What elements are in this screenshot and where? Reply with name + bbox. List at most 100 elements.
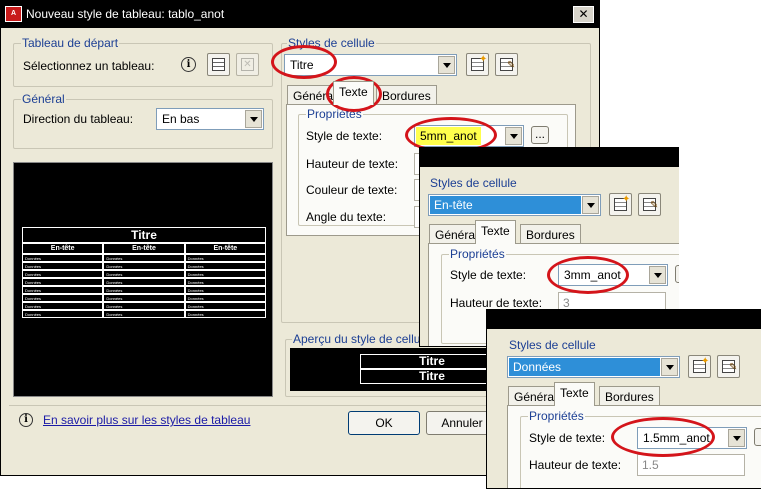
text-style-label: Style de texte: bbox=[450, 268, 527, 282]
tab-text[interactable]: Texte bbox=[333, 81, 374, 105]
table-direction-select[interactable]: En bas bbox=[156, 108, 264, 130]
preview-data-row: Données Données Données bbox=[22, 294, 266, 302]
overlay-cell-styles-title: Styles de cellule bbox=[508, 338, 597, 352]
tab-text[interactable]: Texte bbox=[475, 220, 516, 244]
preview-data-cell: Données bbox=[103, 262, 185, 270]
spark-icon: ✦ bbox=[479, 54, 488, 65]
close-icon[interactable]: ✕ bbox=[573, 6, 594, 23]
preview-data-cell: Données bbox=[184, 262, 266, 270]
text-style-select[interactable]: 1.5mm_anot bbox=[637, 427, 747, 449]
preview-header-cell: En-tête bbox=[184, 243, 266, 254]
text-style-value: 1.5mm_anot bbox=[643, 431, 710, 445]
preview-data-cell: Données bbox=[184, 254, 266, 262]
text-height-label: Hauteur de texte: bbox=[450, 296, 543, 310]
preview-data-cell: Données bbox=[103, 254, 185, 262]
properties-title: Propriétés bbox=[449, 247, 506, 261]
chevron-down-icon[interactable] bbox=[582, 196, 599, 214]
new-cell-style-button[interactable]: ✦ bbox=[688, 355, 711, 378]
cell-style-select[interactable]: Titre bbox=[284, 54, 457, 76]
preview-data-cell: Données bbox=[184, 310, 266, 318]
cell-styles-title: Styles de cellule bbox=[287, 36, 376, 50]
dialog-titlebar[interactable]: A Nouveau style de tableau: tablo_anot ✕ bbox=[1, 1, 599, 28]
manage-cell-styles-button[interactable]: ✎ bbox=[717, 355, 740, 378]
preview-data-row: Données Données Données bbox=[22, 286, 266, 294]
chevron-down-icon[interactable] bbox=[649, 266, 666, 284]
preview-data-row: Données Données Données bbox=[22, 310, 266, 318]
text-style-label: Style de texte: bbox=[306, 129, 383, 143]
preview-data-row: Données Données Données bbox=[22, 302, 266, 310]
preview-data-cell: Données bbox=[22, 302, 104, 310]
select-table-label: Sélectionnez un tableau: bbox=[23, 59, 155, 73]
manage-cell-styles-button[interactable]: ✎ bbox=[495, 53, 518, 76]
preview-data-cell: Données bbox=[184, 286, 266, 294]
text-style-select[interactable]: 3mm_anot bbox=[558, 264, 668, 286]
text-style-label: Style de texte: bbox=[529, 431, 606, 445]
general-title: Général bbox=[21, 92, 66, 106]
overlay-data-style-select[interactable]: Données bbox=[507, 356, 680, 378]
select-table-button[interactable] bbox=[207, 53, 230, 76]
help-link[interactable]: En savoir plus sur les styles de tableau bbox=[43, 413, 250, 427]
info-icon[interactable]: i bbox=[181, 57, 196, 72]
cell-style-preview-row: Titre bbox=[360, 354, 504, 369]
preview-data-rows: Données Données Données Données Données Donné… bbox=[22, 254, 266, 318]
text-color-label: Couleur de texte: bbox=[306, 183, 398, 197]
text-style-more-button[interactable] bbox=[754, 428, 761, 446]
overlay-header-style-value: En-tête bbox=[434, 198, 473, 212]
preview-title-cell: Titre bbox=[22, 227, 266, 243]
properties-title: Propriétés bbox=[528, 409, 585, 423]
overlay-header-style-select[interactable]: En-tête bbox=[428, 194, 601, 216]
table-preview: Titre En-tête En-tête En-tête Données Don… bbox=[13, 162, 273, 397]
text-height-input[interactable]: 1.5 bbox=[637, 454, 745, 476]
new-cell-style-button[interactable]: ✦ bbox=[466, 53, 489, 76]
overlay-titlebar bbox=[487, 310, 761, 329]
chevron-down-icon[interactable] bbox=[661, 358, 678, 376]
tab-borders[interactable]: Bordures bbox=[599, 386, 660, 406]
text-style-select[interactable]: 5mm_anot bbox=[414, 125, 524, 147]
text-style-more-button[interactable]: ... bbox=[531, 126, 549, 144]
preview-data-cell: Données bbox=[103, 270, 185, 278]
preview-data-cell: Données bbox=[184, 302, 266, 310]
preview-data-row: Données Données Données bbox=[22, 270, 266, 278]
info-icon: i bbox=[19, 413, 33, 427]
table-direction-value: En bas bbox=[162, 112, 200, 126]
preview-table: Titre En-tête En-tête En-tête Données Don… bbox=[22, 227, 266, 318]
preview-data-cell: Données bbox=[22, 270, 104, 278]
overlay-titlebar bbox=[420, 148, 679, 167]
spark-icon: ✦ bbox=[622, 194, 631, 205]
ok-button[interactable]: OK bbox=[348, 411, 420, 435]
start-table-title: Tableau de départ bbox=[21, 36, 120, 50]
preview-data-cell: Données bbox=[22, 294, 104, 302]
new-cell-style-button[interactable]: ✦ bbox=[609, 193, 632, 216]
preview-header-cell: En-tête bbox=[103, 243, 185, 254]
spark-icon: ✦ bbox=[701, 356, 710, 367]
table-select-icon bbox=[212, 58, 225, 71]
chevron-down-icon[interactable] bbox=[728, 429, 745, 447]
preview-data-cell: Données bbox=[103, 302, 185, 310]
tab-borders[interactable]: Bordures bbox=[520, 224, 581, 244]
preview-data-cell: Données bbox=[184, 294, 266, 302]
text-style-more-button[interactable] bbox=[675, 265, 679, 283]
manage-cell-styles-button[interactable]: ✎ bbox=[638, 193, 661, 216]
preview-data-cell: Données bbox=[184, 278, 266, 286]
chevron-down-icon[interactable] bbox=[438, 56, 455, 74]
preview-data-cell: Données bbox=[22, 286, 104, 294]
autocad-app-icon: A bbox=[5, 6, 22, 22]
preview-data-cell: Données bbox=[22, 278, 104, 286]
table-direction-label: Direction du tableau: bbox=[23, 112, 134, 126]
chevron-down-icon[interactable] bbox=[245, 110, 262, 128]
preview-data-cell: Données bbox=[22, 254, 104, 262]
dialog-title: Nouveau style de tableau: tablo_anot bbox=[26, 7, 225, 21]
properties-title: Propriétés bbox=[306, 107, 363, 121]
preview-data-row: Données Données Données bbox=[22, 278, 266, 286]
preview-header-row: En-tête En-tête En-tête bbox=[22, 243, 266, 254]
preview-data-row: Données Données Données bbox=[22, 254, 266, 262]
preview-data-cell: Données bbox=[184, 270, 266, 278]
text-style-value: 5mm_anot bbox=[420, 129, 477, 143]
tab-text[interactable]: Texte bbox=[554, 382, 595, 406]
text-height-label: Hauteur de texte: bbox=[529, 458, 622, 472]
chevron-down-icon[interactable] bbox=[505, 127, 522, 145]
table-remove-icon: ✕ bbox=[241, 58, 254, 71]
tab-borders[interactable]: Bordures bbox=[376, 85, 437, 105]
remove-table-button[interactable]: ✕ bbox=[236, 53, 259, 76]
cell-style-preview-title: Aperçu du style de cellule bbox=[292, 332, 431, 346]
